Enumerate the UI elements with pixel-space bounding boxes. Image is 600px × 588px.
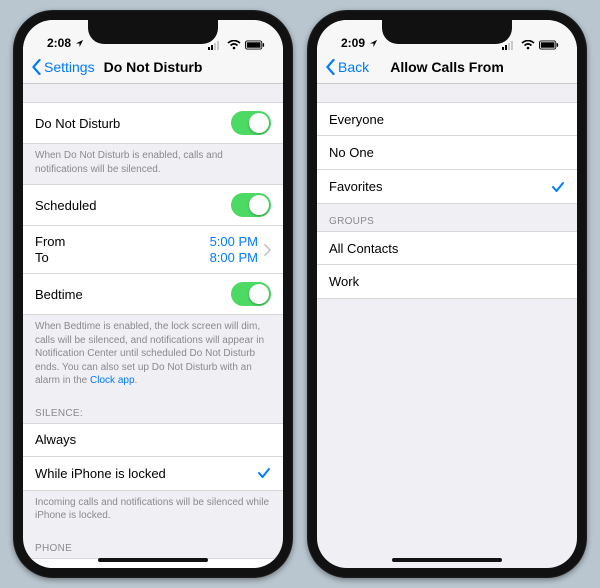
option-all-contacts[interactable]: All Contacts xyxy=(317,231,577,265)
row-label: While iPhone is locked xyxy=(35,466,166,481)
from-value: 5:00 PM xyxy=(210,234,258,250)
from-label: From xyxy=(35,234,65,250)
option-everyone[interactable]: Everyone xyxy=(317,102,577,136)
nav-back-button[interactable]: Settings xyxy=(31,59,95,75)
battery-icon xyxy=(245,40,265,50)
row-label: Scheduled xyxy=(35,198,96,213)
section-header-groups: GROUPS xyxy=(317,204,577,231)
chevron-right-icon xyxy=(264,244,271,256)
toggle-scheduled[interactable] xyxy=(231,193,271,217)
nav-bar: Settings Do Not Disturb xyxy=(23,50,283,84)
location-icon xyxy=(75,39,84,48)
footer-text: . xyxy=(135,375,138,386)
toggle-bedtime[interactable] xyxy=(231,282,271,306)
location-icon xyxy=(369,39,378,48)
allow-calls-content[interactable]: Everyone No One Favorites GROUPS All Con… xyxy=(317,84,577,568)
settings-content[interactable]: Do Not Disturb When Do Not Disturb is en… xyxy=(23,84,283,568)
row-label: Do Not Disturb xyxy=(35,116,120,131)
check-icon xyxy=(257,466,271,480)
row-do-not-disturb[interactable]: Do Not Disturb xyxy=(23,102,283,144)
screen: 2:09 Back Allow Calls From Everyone No O… xyxy=(317,20,577,568)
battery-icon xyxy=(539,40,559,50)
toggle-dnd[interactable] xyxy=(231,111,271,135)
notch xyxy=(382,20,512,44)
option-no-one[interactable]: No One xyxy=(317,136,577,170)
chevron-left-icon xyxy=(325,59,336,75)
wifi-icon xyxy=(227,40,241,50)
notch xyxy=(88,20,218,44)
footer-text: When Bedtime is enabled, the lock screen… xyxy=(35,321,264,386)
nav-back-button[interactable]: Back xyxy=(325,59,369,75)
status-time: 2:08 xyxy=(47,36,71,50)
screen: 2:08 Settings Do Not Disturb Do Not Dist… xyxy=(23,20,283,568)
row-label: Favorites xyxy=(329,179,382,194)
row-label: All Contacts xyxy=(329,241,398,256)
option-work[interactable]: Work xyxy=(317,265,577,299)
footer-silence: Incoming calls and notifications will be… xyxy=(23,491,283,531)
wifi-icon xyxy=(521,40,535,50)
row-schedule-time[interactable]: From To 5:00 PM 8:00 PM xyxy=(23,226,283,274)
row-silence-locked[interactable]: While iPhone is locked xyxy=(23,457,283,491)
phone-left: 2:08 Settings Do Not Disturb Do Not Dist… xyxy=(13,10,293,578)
row-value: Favorites xyxy=(205,567,258,568)
row-label: Work xyxy=(329,274,359,289)
footer-bedtime: When Bedtime is enabled, the lock screen… xyxy=(23,315,283,396)
row-label: Always xyxy=(35,432,76,447)
phone-right: 2:09 Back Allow Calls From Everyone No O… xyxy=(307,10,587,578)
home-indicator[interactable] xyxy=(98,558,208,562)
to-label: To xyxy=(35,250,65,266)
to-value: 8:00 PM xyxy=(210,250,258,266)
status-time: 2:09 xyxy=(341,36,365,50)
row-label: Bedtime xyxy=(35,287,83,302)
row-scheduled[interactable]: Scheduled xyxy=(23,184,283,226)
clock-app-link[interactable]: Clock app xyxy=(90,375,134,386)
section-header-silence: SILENCE: xyxy=(23,396,283,423)
row-silence-always[interactable]: Always xyxy=(23,423,283,457)
nav-bar: Back Allow Calls From xyxy=(317,50,577,84)
home-indicator[interactable] xyxy=(392,558,502,562)
nav-back-label: Settings xyxy=(44,59,95,75)
row-label: No One xyxy=(329,145,374,160)
section-header-phone: PHONE xyxy=(23,531,283,558)
option-favorites[interactable]: Favorites xyxy=(317,170,577,204)
nav-back-label: Back xyxy=(338,59,369,75)
row-bedtime[interactable]: Bedtime xyxy=(23,274,283,315)
row-label: Everyone xyxy=(329,112,384,127)
row-label: Allow Calls From xyxy=(35,567,133,568)
check-icon xyxy=(551,180,565,194)
footer-dnd: When Do Not Disturb is enabled, calls an… xyxy=(23,144,283,184)
chevron-left-icon xyxy=(31,59,42,75)
